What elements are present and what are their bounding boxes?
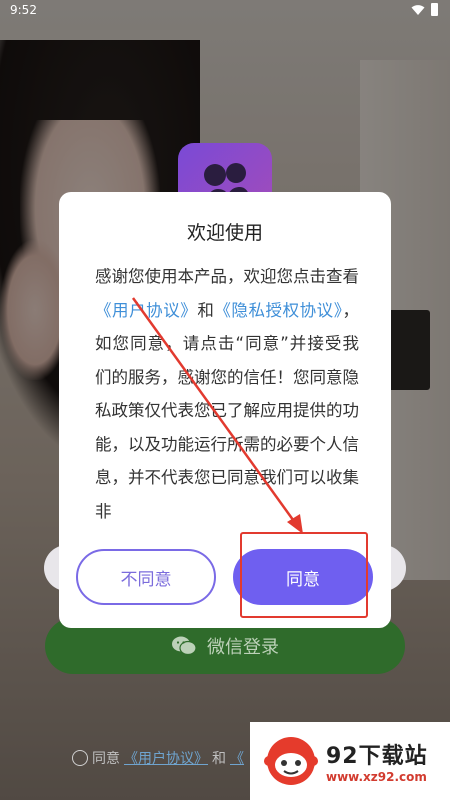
status-time: 9:52 — [10, 3, 37, 17]
body-text: ，如您同意，请点击“同意”并接受我们的服务，感谢您的信任！您同意隐私政策仅代表您… — [95, 300, 359, 521]
battery-icon — [431, 3, 438, 16]
agreement-consent: 同意 《用户协议》 和 《 — [72, 748, 244, 768]
wifi-icon — [411, 4, 425, 15]
site-watermark: 92下载站 www.xz92.com — [250, 722, 450, 800]
body-text: 和 — [197, 300, 215, 320]
dialog-body[interactable]: 感谢您使用本产品，欢迎您点击查看《用户协议》和《隐私授权协议》，如您同意，请点击… — [95, 260, 359, 522]
agreement-and: 和 — [212, 751, 226, 767]
wechat-icon — [172, 636, 197, 656]
privacy-agreement-link[interactable]: 《 — [230, 748, 244, 768]
monkey-logo-icon — [264, 737, 318, 785]
consent-radio-icon[interactable] — [72, 750, 88, 766]
dialog-title: 欢迎使用 — [186, 222, 263, 244]
status-bar: 9:52 — [0, 0, 450, 22]
wechat-login-label: 微信登录 — [207, 637, 279, 658]
status-icons — [411, 3, 438, 16]
watermark-name: 92下载站 — [326, 744, 428, 769]
watermark-url: www.xz92.com — [326, 770, 427, 784]
watermark-text: 92下载站 www.xz92.com — [326, 738, 428, 784]
disagree-button[interactable]: 不同意 — [76, 549, 216, 605]
annotation-highlight-box — [240, 532, 368, 618]
privacy-agreement-doc-link[interactable]: 《隐私授权协议》 — [214, 301, 342, 320]
body-text: 感谢您使用本产品，欢迎您点击查看 — [95, 267, 359, 286]
agreement-prefix: 同意 — [92, 751, 120, 767]
user-agreement-link[interactable]: 《用户协议》 — [124, 748, 208, 768]
user-agreement-doc-link[interactable]: 《用户协议》 — [95, 301, 197, 320]
